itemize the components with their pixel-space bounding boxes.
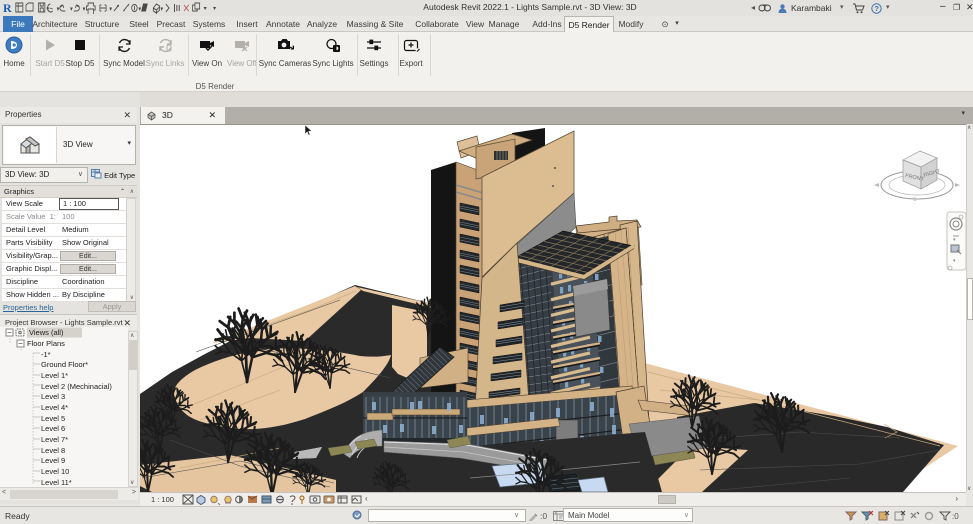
svg-text:▾: ▾ <box>83 5 86 13</box>
svg-text::0: :0 <box>952 512 959 521</box>
svg-text:▾: ▾ <box>46 5 49 13</box>
svg-text:▾: ▾ <box>57 5 60 13</box>
svg-text:?: ? <box>874 4 879 13</box>
svg-text:▾: ▾ <box>109 5 112 13</box>
svg-text:▾: ▾ <box>70 5 73 13</box>
